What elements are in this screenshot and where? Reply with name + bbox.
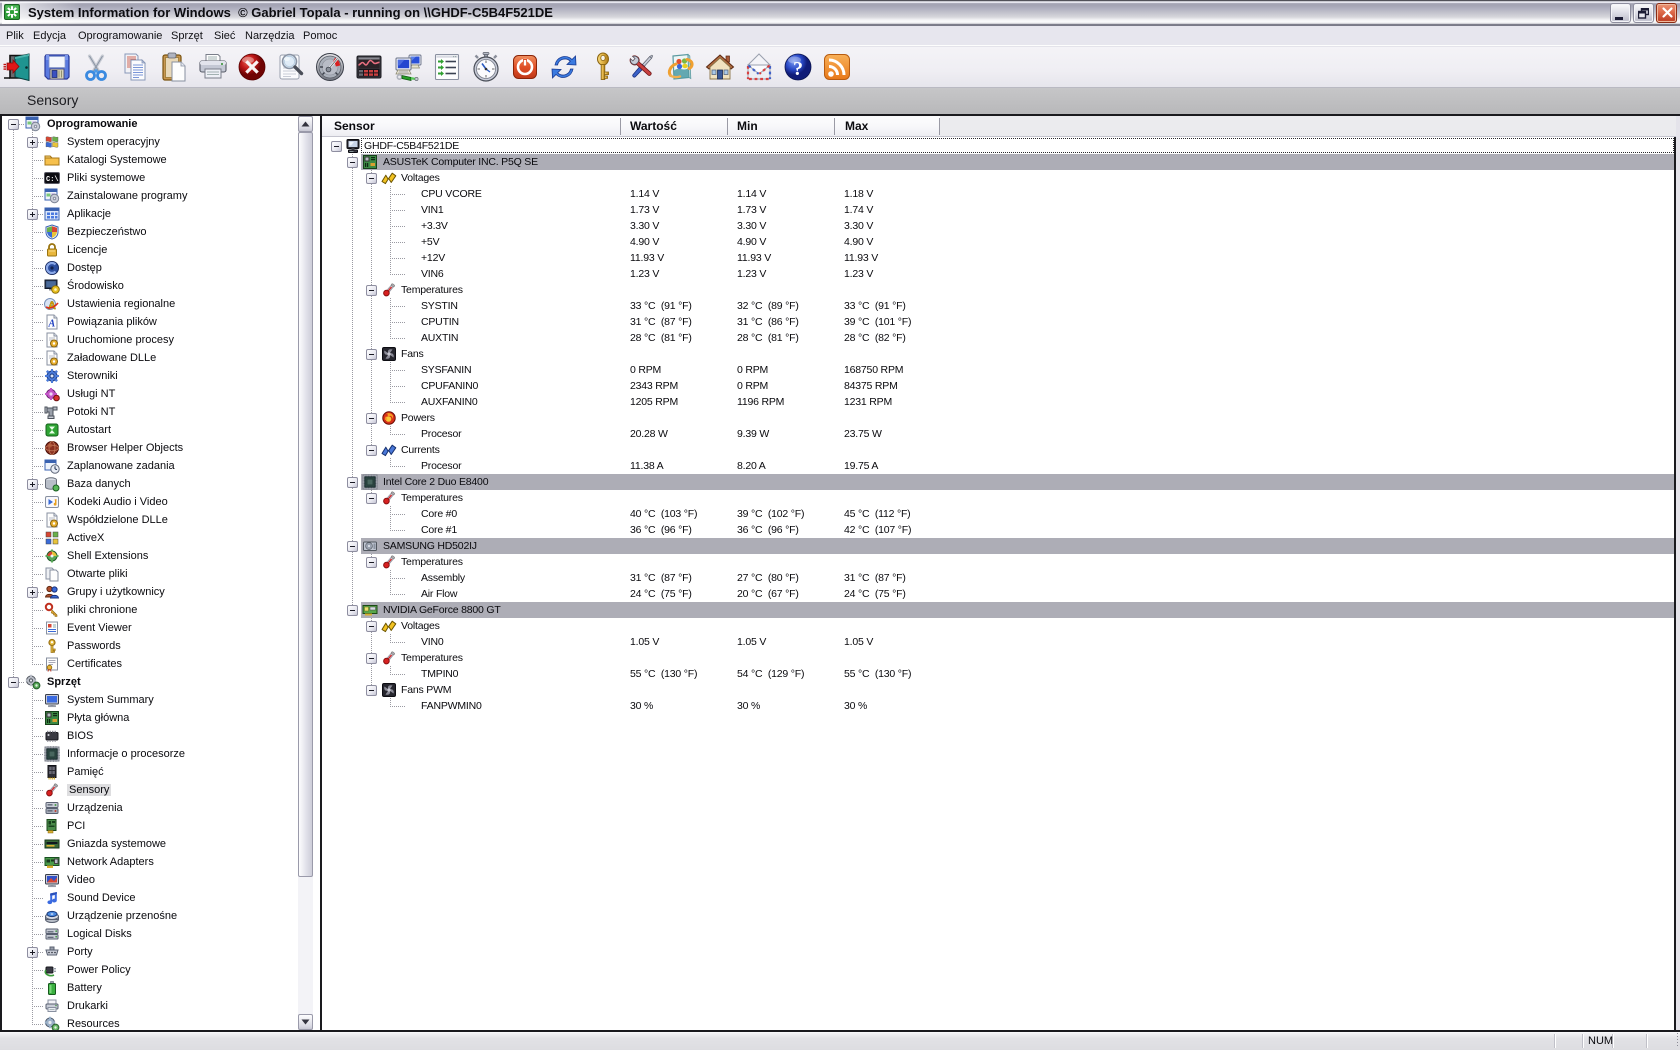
svg-text:C:\: C:\ <box>46 176 59 184</box>
svg-text:A: A <box>48 319 56 330</box>
svg-text:?: ? <box>793 58 803 80</box>
